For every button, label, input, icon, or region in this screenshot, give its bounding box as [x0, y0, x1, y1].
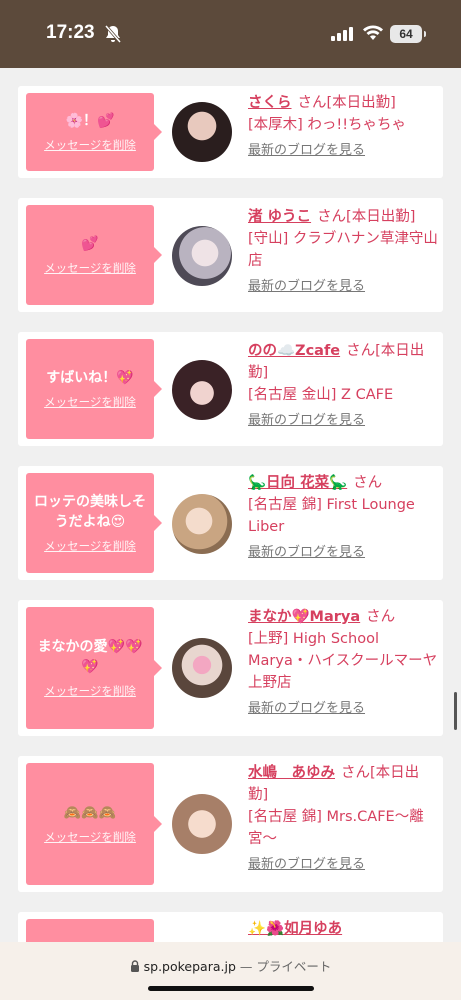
message-text: 🙈🙈🙈: [63, 805, 117, 821]
message-card: ✨🌺如月ゆあ: [18, 912, 443, 942]
latest-blog-link[interactable]: 最新のブログを見る: [248, 276, 438, 298]
browser-address-bar[interactable]: sp.pokepara.jp — プライベート: [0, 942, 461, 1000]
message-list: 🌸！💕 メッセージを削除 さくら さん[本日出勤] [本厚木] わっ!!ちゃちゃ …: [0, 68, 461, 942]
scrollbar-thumb[interactable]: [454, 692, 457, 730]
battery-indicator: 64: [390, 25, 426, 43]
avatar[interactable]: [172, 226, 232, 286]
message-text: ロッテの美味しそうだよね😍: [34, 494, 146, 530]
avatar[interactable]: [172, 638, 232, 698]
girl-name-link[interactable]: まなか💖Marya: [248, 609, 360, 625]
status-bar: 17:23 64: [0, 0, 461, 68]
message-card: ロッテの美味しそうだよね😍 メッセージを削除 🦕日向 花菜🦕 さん [名古屋 錦]…: [18, 466, 443, 580]
message-bubble: 💕 メッセージを削除: [26, 205, 162, 305]
delete-message-link[interactable]: メッセージを削除: [44, 137, 136, 153]
message-bubble: ロッテの美味しそうだよね😍 メッセージを削除: [26, 473, 162, 573]
message-text: 🌸！💕: [65, 113, 115, 129]
girl-name-link[interactable]: 渚 ゆうこ: [248, 209, 311, 225]
profile-info: まなか💖Marya さん [上野] High School Marya・ハイスクー…: [248, 606, 438, 720]
delete-message-link[interactable]: メッセージを削除: [44, 260, 136, 276]
latest-blog-link[interactable]: 最新のブログを見る: [248, 542, 438, 564]
name-suffix: さん: [366, 609, 396, 625]
shop-name: [名古屋 錦] First Lounge Liber: [248, 497, 415, 535]
profile-info: 渚 ゆうこ さん[本日出勤] [守山] クラブハナン草津守山店 最新のブログを見る: [248, 206, 438, 298]
girl-name-link[interactable]: 水嶋 あゆみ: [248, 765, 335, 781]
message-card: まなかの愛💖💖💖 メッセージを削除 まなか💖Marya さん [上野] High …: [18, 600, 443, 736]
profile-info: のの☁️Zcafe さん[本日出勤] [名古屋 金山] Z CAFE 最新のブログ…: [248, 340, 438, 432]
girl-name-link[interactable]: ✨🌺如月ゆあ: [248, 921, 342, 937]
latest-blog-link[interactable]: 最新のブログを見る: [248, 410, 438, 432]
delete-message-link[interactable]: メッセージを削除: [44, 394, 136, 410]
profile-info: 🦕日向 花菜🦕 さん [名古屋 錦] First Lounge Liber 最新の…: [248, 472, 438, 564]
lock-icon: [130, 960, 139, 972]
avatar[interactable]: [172, 494, 232, 554]
girl-name-link[interactable]: 🦕日向 花菜🦕: [248, 475, 347, 491]
girl-name-link[interactable]: のの☁️Zcafe: [248, 343, 340, 359]
name-suffix: さん[本日出勤]: [297, 95, 396, 111]
delete-message-link[interactable]: メッセージを削除: [44, 683, 136, 699]
message-bubble: 🌸！💕 メッセージを削除: [26, 93, 162, 171]
shop-name: [本厚木] わっ!!ちゃちゃ: [248, 117, 407, 133]
delete-message-link[interactable]: メッセージを削除: [44, 538, 136, 554]
latest-blog-link[interactable]: 最新のブログを見る: [248, 698, 438, 720]
wifi-icon: [363, 25, 383, 40]
message-bubble: [26, 919, 154, 942]
message-bubble: 🙈🙈🙈 メッセージを削除: [26, 763, 162, 885]
message-text: すばいね！💖: [46, 370, 134, 386]
status-time: 17:23: [46, 22, 95, 43]
message-card: 💕 メッセージを削除 渚 ゆうこ さん[本日出勤] [守山] クラブハナン草津守山…: [18, 198, 443, 312]
name-suffix: さん[本日出勤]: [317, 209, 416, 225]
profile-info: 水嶋 あゆみ さん[本日出勤] [名古屋 錦] Mrs.CAFE〜離宮〜 最新のブ…: [248, 762, 438, 876]
latest-blog-link[interactable]: 最新のブログを見る: [248, 140, 438, 162]
message-card: 🌸！💕 メッセージを削除 さくら さん[本日出勤] [本厚木] わっ!!ちゃちゃ …: [18, 86, 443, 178]
delete-message-link[interactable]: メッセージを削除: [44, 829, 136, 845]
url-domain: sp.pokepara.jp: [143, 959, 236, 974]
bell-muted-icon: [104, 25, 122, 43]
name-suffix: さん: [353, 475, 383, 491]
message-card: すばいね！💖 メッセージを削除 のの☁️Zcafe さん[本日出勤] [名古屋 金…: [18, 332, 443, 446]
shop-name: [名古屋 金山] Z CAFE: [248, 387, 394, 403]
profile-info: さくら さん[本日出勤] [本厚木] わっ!!ちゃちゃ 最新のブログを見る: [248, 92, 438, 162]
shop-name: [名古屋 錦] Mrs.CAFE〜離宮〜: [248, 809, 424, 847]
url-row[interactable]: sp.pokepara.jp — プライベート: [0, 956, 461, 975]
private-label: — プライベート: [239, 959, 332, 974]
shop-name: [上野] High School Marya・ハイスクールマーヤ上野店: [248, 631, 438, 691]
girl-name-link[interactable]: さくら: [248, 95, 292, 111]
avatar[interactable]: [172, 360, 232, 420]
home-indicator[interactable]: [148, 986, 314, 991]
latest-blog-link[interactable]: 最新のブログを見る: [248, 854, 438, 876]
profile-info: ✨🌺如月ゆあ: [248, 918, 438, 940]
message-bubble: すばいね！💖 メッセージを削除: [26, 339, 162, 439]
cellular-signal-icon: [331, 27, 353, 41]
message-bubble: まなかの愛💖💖💖 メッセージを削除: [26, 607, 162, 729]
avatar[interactable]: [172, 794, 232, 854]
message-text: 💕: [81, 236, 99, 252]
message-card: 🙈🙈🙈 メッセージを削除 水嶋 あゆみ さん[本日出勤] [名古屋 錦] Mrs.…: [18, 756, 443, 892]
avatar[interactable]: [172, 102, 232, 162]
message-text: まなかの愛💖💖💖: [37, 639, 143, 675]
shop-name: [守山] クラブハナン草津守山店: [248, 231, 438, 269]
